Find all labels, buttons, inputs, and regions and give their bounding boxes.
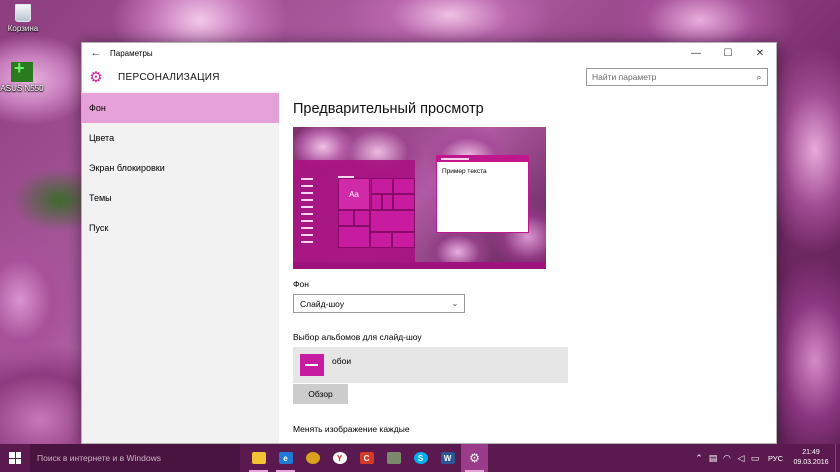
desktop-icon-label: ASUS N550	[0, 84, 44, 93]
battery-icon[interactable]: ▭	[748, 453, 762, 464]
page-title: ПЕРСОНАЛИЗАЦИЯ	[118, 71, 220, 83]
sidebar-item-lock-screen[interactable]: Экран блокировки	[82, 153, 279, 183]
window-title: Параметры	[110, 48, 153, 58]
sidebar-item-background[interactable]: Фон	[82, 93, 279, 123]
minimize-button[interactable]: —	[680, 43, 712, 63]
sidebar: Фон Цвета Экран блокировки Темы Пуск	[82, 91, 279, 443]
sidebar-item-colors[interactable]: Цвета	[82, 123, 279, 153]
main-content: Предварительный просмотр Aa Пример текст…	[279, 91, 776, 443]
taskbar-ccleaner[interactable]: C	[353, 444, 380, 472]
yandex-browser-icon: Y	[332, 452, 347, 464]
volume-icon[interactable]: ◁	[734, 453, 748, 464]
title-bar: ← Параметры — ☐ ✕	[82, 43, 776, 63]
body-area: Фон Цвета Экран блокировки Темы Пуск Пре…	[82, 91, 776, 443]
settings-window: ← Параметры — ☐ ✕ ⚙ ПЕРСОНАЛИЗАЦИЯ ⌕ Фон…	[81, 42, 777, 444]
preview-heading: Предварительный просмотр	[293, 101, 484, 117]
minimize-icon: —	[691, 47, 701, 59]
chrome-icon	[305, 452, 320, 464]
theme-preview: Aa Пример текста	[293, 127, 546, 269]
back-arrow-icon: ←	[90, 47, 102, 59]
album-name: обои	[332, 356, 352, 366]
background-label: Фон	[293, 279, 309, 289]
window-controls: — ☐ ✕	[680, 43, 776, 63]
taskbar-yandex[interactable]: Y	[326, 444, 353, 472]
recycle-bin-icon	[15, 4, 31, 22]
sidebar-item-themes[interactable]: Темы	[82, 183, 279, 213]
preview-window: Пример текста	[436, 155, 529, 233]
system-tray: ⌃ ▤ ◠ ◁ ▭ РУС 21:49 09.03.2016	[692, 444, 840, 472]
preview-tiles: Aa	[338, 178, 415, 262]
ccleaner-icon: C	[359, 452, 374, 464]
back-button[interactable]: ←	[82, 43, 110, 63]
page-header: ⚙ ПЕРСОНАЛИЗАЦИЯ ⌕	[82, 63, 776, 91]
preview-tile: Aa	[338, 178, 370, 210]
desktop-icon-label: Корзина	[7, 24, 39, 33]
preview-taskbar	[293, 262, 546, 269]
folder-icon	[251, 452, 266, 464]
chevron-down-icon: ⌄	[451, 299, 459, 308]
desktop-icon-recycle-bin[interactable]: Корзина	[1, 4, 45, 33]
show-desktop-button[interactable]	[835, 444, 840, 472]
taskbar-word[interactable]: W	[434, 444, 461, 472]
asus-app-icon	[11, 58, 33, 82]
taskbar-edge[interactable]: e	[272, 444, 299, 472]
preview-sample-text: Пример текста	[442, 168, 487, 175]
clock-time: 21:49	[802, 449, 820, 456]
search-icon[interactable]: ⌕	[751, 72, 767, 83]
taskbar-settings[interactable]: ⚙	[461, 444, 488, 472]
browse-button[interactable]: Обзор	[293, 384, 348, 404]
folder-icon	[300, 354, 324, 376]
sidebar-item-start[interactable]: Пуск	[82, 213, 279, 243]
clock-date: 09.03.2016	[793, 459, 829, 466]
network-icon[interactable]: ▤	[706, 453, 720, 464]
albums-label: Выбор альбомов для слайд-шоу	[293, 332, 422, 342]
search-input[interactable]	[587, 69, 751, 85]
desktop-icon-asus[interactable]: ASUS N550	[0, 58, 44, 93]
background-dropdown[interactable]: Слайд-шоу ⌄	[293, 294, 465, 313]
taskbar-app-grid[interactable]	[380, 444, 407, 472]
skype-icon: S	[413, 452, 428, 464]
taskbar: Поиск в интернете и в Windows e Y C S W …	[0, 444, 840, 472]
word-icon: W	[440, 452, 455, 464]
taskbar-chrome[interactable]	[299, 444, 326, 472]
start-button[interactable]	[0, 444, 30, 472]
windows-logo-icon	[9, 452, 21, 464]
chevron-up-icon[interactable]: ⌃	[692, 453, 706, 464]
interval-label: Менять изображение каждые	[293, 424, 410, 434]
gear-icon: ⚙	[89, 68, 103, 86]
close-icon: ✕	[755, 47, 765, 59]
close-button[interactable]: ✕	[744, 43, 776, 63]
wifi-icon[interactable]: ◠	[720, 453, 734, 464]
taskbar-pinned-apps: e Y C S W ⚙	[245, 444, 488, 472]
clock[interactable]: 21:49 09.03.2016	[789, 448, 833, 468]
search-box: ⌕	[586, 68, 768, 86]
language-indicator[interactable]: РУС	[768, 454, 783, 463]
background-dropdown-value: Слайд-шоу	[300, 298, 345, 309]
taskbar-skype[interactable]: S	[407, 444, 434, 472]
maximize-button[interactable]: ☐	[712, 43, 744, 63]
taskbar-search[interactable]: Поиск в интернете и в Windows	[30, 444, 240, 472]
app-grid-icon	[386, 452, 401, 464]
gear-icon: ⚙	[469, 451, 480, 465]
edge-icon: e	[278, 452, 293, 464]
maximize-icon: ☐	[723, 47, 733, 59]
taskbar-file-explorer[interactable]	[245, 444, 272, 472]
album-item[interactable]: обои	[293, 347, 568, 383]
